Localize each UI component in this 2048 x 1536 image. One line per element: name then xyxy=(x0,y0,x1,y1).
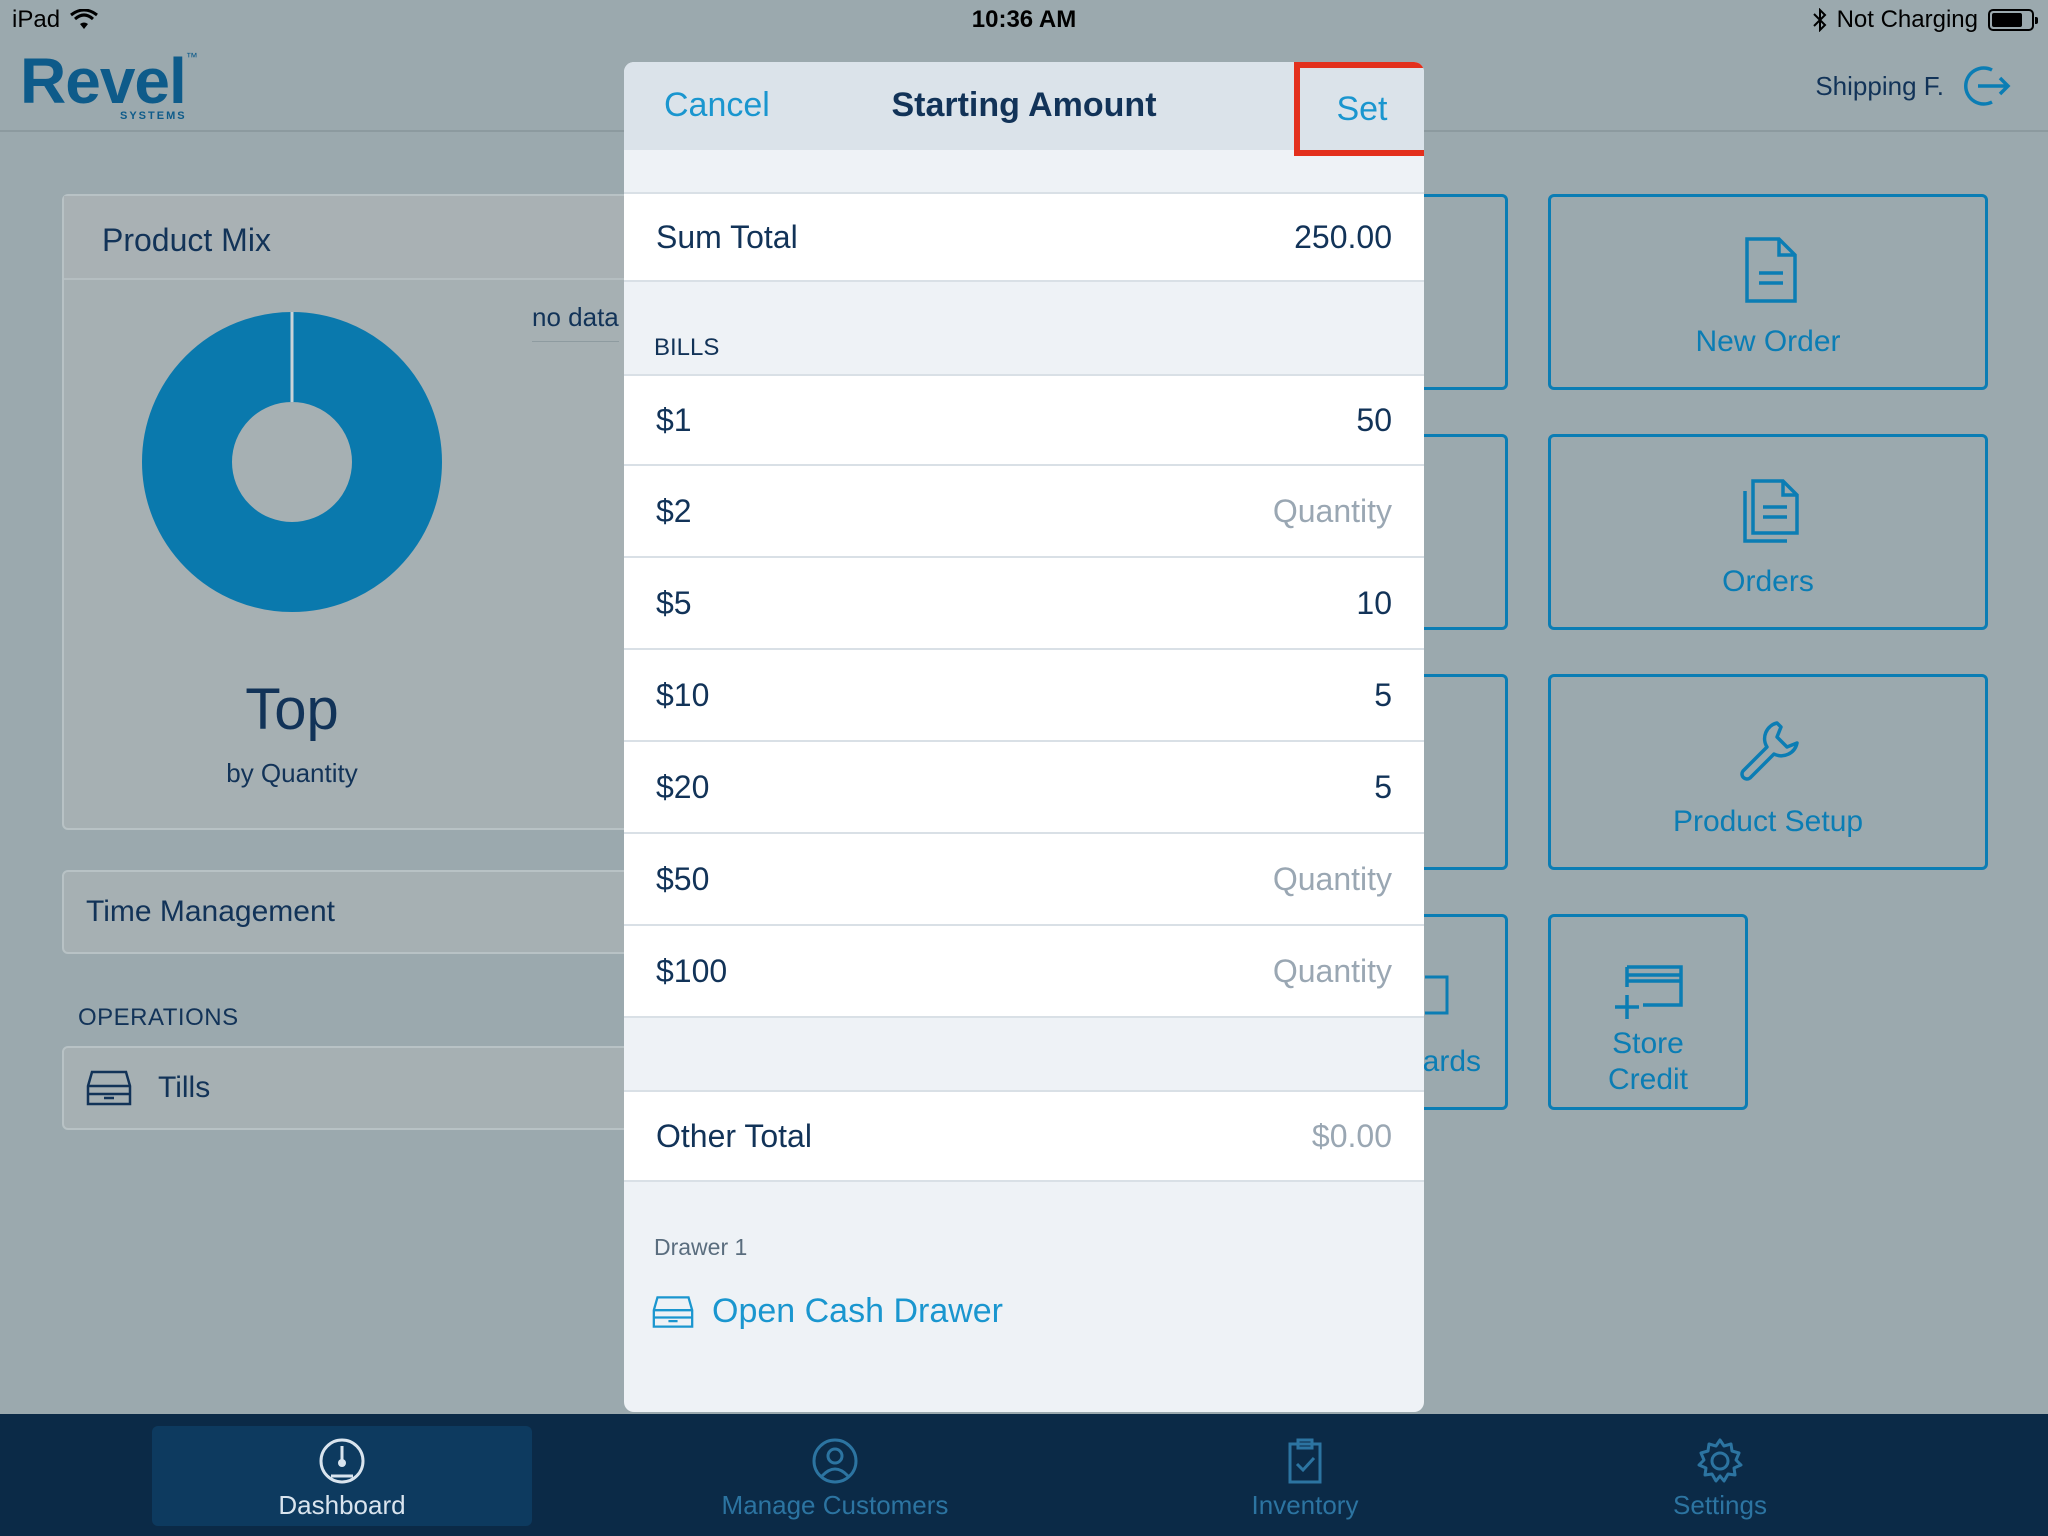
sum-total-value: 250.00 xyxy=(1294,218,1392,255)
set-button-label: Set xyxy=(1336,89,1388,128)
user-circle-icon xyxy=(812,1438,858,1484)
sum-total-row: Sum Total 250.00 xyxy=(624,192,1424,282)
tab-inventory[interactable]: Inventory xyxy=(1200,1426,1410,1526)
tab-manage-customers-label: Manage Customers xyxy=(721,1490,949,1520)
logo-sub: SYSTEMS xyxy=(120,110,187,122)
bill-quantity-input[interactable]: 50 xyxy=(1356,402,1392,439)
bill-denomination: $1 xyxy=(656,401,692,438)
bill-row-20[interactable]: $20 5 xyxy=(624,742,1424,834)
other-total-label: Other Total xyxy=(656,1117,812,1154)
bottom-tab-bar: Dashboard Manage Customers Inventory Set… xyxy=(0,1414,2048,1536)
new-order-tile[interactable]: New Order xyxy=(1548,194,1988,390)
logo-word: Revel xyxy=(20,45,187,117)
tab-dashboard[interactable]: Dashboard xyxy=(152,1426,532,1526)
tills-row[interactable]: Tills xyxy=(62,1046,662,1130)
sum-total-label: Sum Total xyxy=(656,218,798,255)
tills-label: Tills xyxy=(158,1071,211,1104)
no-data-label: no data xyxy=(532,302,619,342)
revel-logo: Revel™ SYSTEMS xyxy=(20,44,198,122)
gift-card-icon xyxy=(1425,975,1449,1015)
charging-status: Not Charging xyxy=(1836,6,1978,33)
time-management-label: Time Management xyxy=(86,895,335,928)
other-total-row[interactable]: Other Total $0.00 xyxy=(624,1090,1424,1182)
modal-nav-bar: Cancel Starting Amount Set xyxy=(624,62,1424,156)
bill-denomination: $50 xyxy=(656,860,710,897)
gear-icon xyxy=(1697,1438,1743,1483)
store-credit-label-1: Store xyxy=(1612,1027,1684,1060)
tab-dashboard-label: Dashboard xyxy=(278,1490,406,1520)
store-credit-tile[interactable]: Store Credit xyxy=(1548,914,1748,1110)
top-label: Top xyxy=(245,677,339,742)
open-cash-drawer-label: Open Cash Drawer xyxy=(712,1292,1004,1330)
product-setup-tile[interactable]: Product Setup xyxy=(1548,674,1988,870)
store-credit-label-2: Credit xyxy=(1607,1063,1689,1096)
orders-label: Orders xyxy=(1722,565,1814,598)
wrench-icon xyxy=(1740,721,1799,781)
bill-denomination: $2 xyxy=(656,492,692,529)
tab-settings-label: Settings xyxy=(1673,1490,1767,1520)
user-logout[interactable]: Shipping F. xyxy=(1815,60,2012,112)
orders-tile[interactable]: Orders xyxy=(1548,434,1988,630)
documents-icon xyxy=(1743,479,1799,543)
bill-quantity-input[interactable]: 10 xyxy=(1356,585,1392,622)
other-total-value: $0.00 xyxy=(1311,1117,1392,1154)
bill-row-50[interactable]: $50 Quantity xyxy=(624,834,1424,926)
bluetooth-icon xyxy=(1812,8,1826,32)
time-management-card[interactable]: Time Management xyxy=(62,870,662,954)
operations-label: OPERATIONS xyxy=(78,1004,239,1031)
logo-tm: ™ xyxy=(185,50,198,64)
drawer-label: Drawer 1 xyxy=(654,1234,748,1260)
tab-manage-customers[interactable]: Manage Customers xyxy=(680,1426,990,1526)
open-cash-drawer-button[interactable]: Open Cash Drawer xyxy=(652,1292,1003,1331)
product-setup-label: Product Setup xyxy=(1672,805,1864,838)
bill-quantity-input[interactable]: Quantity xyxy=(1273,953,1392,990)
product-mix-title: Product Mix xyxy=(64,196,660,280)
cash-drawer-icon xyxy=(86,1070,132,1106)
gauge-icon xyxy=(319,1438,365,1484)
product-mix-card[interactable]: Product Mix no data Top by Quantity xyxy=(62,194,662,830)
bills-section-label: BILLS xyxy=(654,334,720,361)
bill-row-5[interactable]: $5 10 xyxy=(624,558,1424,650)
battery-icon xyxy=(1988,9,2038,31)
set-button[interactable]: Set xyxy=(1294,62,1424,156)
user-name: Shipping F. xyxy=(1815,70,1944,101)
status-bar: iPad 10:36 AM Not Charging xyxy=(0,0,2048,40)
document-icon xyxy=(1745,237,1797,303)
status-right: Not Charging xyxy=(1812,6,2038,34)
credit-card-plus-icon xyxy=(1615,965,1683,1019)
bill-denomination: $20 xyxy=(656,768,710,805)
status-time: 10:36 AM xyxy=(971,6,1077,33)
bill-row-100[interactable]: $100 Quantity xyxy=(624,926,1424,1018)
bill-quantity-input[interactable]: Quantity xyxy=(1273,493,1392,530)
bill-quantity-input[interactable]: 5 xyxy=(1374,769,1392,806)
bill-row-2[interactable]: $2 Quantity xyxy=(624,466,1424,558)
bill-row-10[interactable]: $10 5 xyxy=(624,650,1424,742)
new-order-label: New Order xyxy=(1695,325,1841,358)
bill-quantity-input[interactable]: 5 xyxy=(1374,677,1392,714)
cash-drawer-icon xyxy=(652,1295,694,1328)
bill-quantity-input[interactable]: Quantity xyxy=(1273,861,1392,898)
tab-settings[interactable]: Settings xyxy=(1640,1426,1800,1526)
bill-denomination: $10 xyxy=(656,676,710,713)
by-quantity-label: by Quantity xyxy=(226,758,358,788)
bill-row-1[interactable]: $1 50 xyxy=(624,374,1424,466)
starting-amount-modal: Cancel Starting Amount Set Sum Total 250… xyxy=(624,62,1424,1412)
product-mix-donut xyxy=(142,312,442,612)
tab-inventory-label: Inventory xyxy=(1251,1490,1359,1520)
bill-denomination: $100 xyxy=(656,952,728,989)
clipboard-check-icon xyxy=(1288,1438,1322,1484)
logout-icon[interactable] xyxy=(1960,60,2012,112)
bill-denomination: $5 xyxy=(656,584,692,621)
